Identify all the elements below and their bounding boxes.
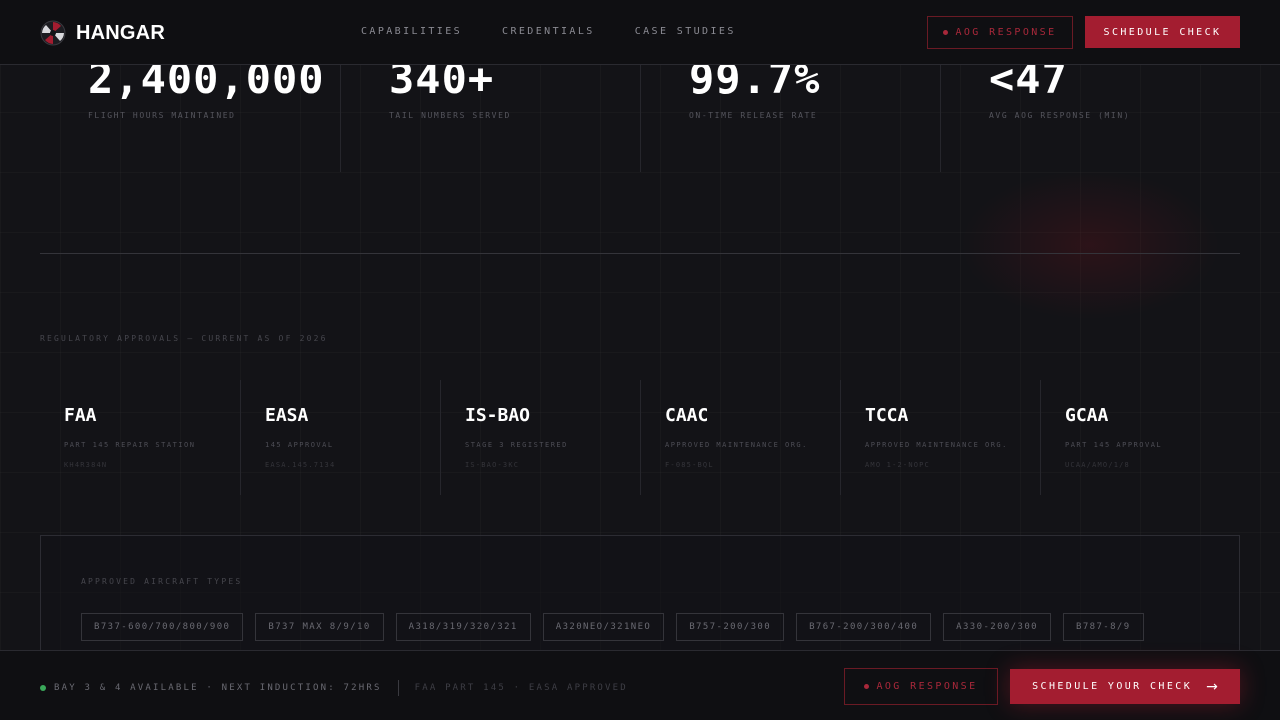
aircraft-type-chip: A320NEO/321NEO	[542, 613, 665, 641]
schedule-check-button[interactable]: SCHEDULE CHECK	[1085, 16, 1240, 48]
aircraft-type-chip: B737 MAX 8/9/10	[255, 613, 384, 641]
sticky-footer-bar: BAY 3 & 4 AVAILABLE · NEXT INDUCTION: 72…	[0, 650, 1280, 720]
aircraft-type-chip: B767-200/300/400	[796, 613, 932, 641]
aircraft-type-chip: A330-200/300	[943, 613, 1051, 641]
aog-response-button[interactable]: AOG RESPONSE	[927, 16, 1073, 49]
stat-label: ON-TIME RELEASE RATE	[689, 111, 818, 120]
approval-desc: APPROVED MAINTENANCE ORG.	[665, 441, 808, 449]
approval-code: UCAA/AMO/1/8	[1065, 461, 1130, 469]
aircraft-types-title: APPROVED AIRCRAFT TYPES	[81, 577, 243, 586]
approval-card-is-bao: IS-BAO STAGE 3 REGISTERED IS-BAO-3KC	[440, 380, 640, 495]
alert-dot-icon	[864, 684, 870, 689]
footer-divider	[397, 680, 399, 696]
approval-name: FAA	[64, 405, 97, 426]
status-dot-icon	[40, 685, 46, 691]
approval-desc: 145 APPROVAL	[265, 441, 334, 449]
aircraft-type-chip: B787-8/9	[1063, 613, 1144, 641]
stat-label: TAIL NUMBERS SERVED	[389, 111, 511, 120]
footer-aog-label: AOG RESPONSE	[876, 681, 978, 692]
schedule-check-label: SCHEDULE CHECK	[1103, 26, 1222, 38]
approvals-section-label: REGULATORY APPROVALS — CURRENT AS OF 202…	[40, 334, 328, 343]
approval-card-easa: EASA 145 APPROVAL EASA.145.7134	[240, 380, 440, 495]
approval-card-caac: CAAC APPROVED MAINTENANCE ORG. F-085-BQL	[640, 380, 840, 495]
approval-desc: STAGE 3 REGISTERED	[465, 441, 568, 449]
approval-code: EASA.145.7134	[265, 461, 336, 469]
stat-label: AVG AOG RESPONSE (MIN)	[989, 111, 1131, 120]
approval-card-faa: FAA PART 145 REPAIR STATION KH4R384N	[40, 380, 240, 495]
arrow-right-icon: →	[1206, 678, 1218, 695]
section-divider	[40, 253, 1240, 254]
nav-link-case-studies[interactable]: CASE STUDIES	[635, 26, 736, 37]
aircraft-type-chip: B737-600/700/800/900	[81, 613, 244, 641]
approval-name: CAAC	[665, 405, 709, 426]
nav-link-credentials[interactable]: CREDENTIALS	[502, 26, 595, 37]
approval-card-tcca: TCCA APPROVED MAINTENANCE ORG. AMO 1-2-N…	[840, 380, 1040, 495]
turbine-fan-icon	[40, 20, 66, 46]
approval-desc: PART 145 APPROVAL	[1065, 441, 1163, 449]
footer-approvals-text: FAA PART 145 · EASA APPROVED	[414, 683, 628, 693]
regulatory-approvals: FAA PART 145 REPAIR STATION KH4R384N EAS…	[40, 380, 1240, 495]
approval-desc: PART 145 REPAIR STATION	[64, 441, 196, 449]
approval-code: AMO 1-2-NOPC	[865, 461, 930, 469]
approval-desc: APPROVED MAINTENANCE ORG.	[865, 441, 1008, 449]
schedule-your-check-label: SCHEDULE YOUR CHECK	[1032, 681, 1193, 692]
approval-code: IS-BAO-3KC	[465, 461, 520, 469]
background-glow	[960, 170, 1220, 320]
alert-dot-icon	[943, 30, 949, 35]
aog-response-label: AOG RESPONSE	[955, 27, 1057, 38]
brand-name: HANGAR	[76, 21, 165, 44]
approval-name: IS-BAO	[465, 405, 531, 426]
site-header: HANGAR CAPABILITIES CREDENTIALS CASE STU…	[0, 0, 1280, 65]
approval-code: KH4R384N	[64, 461, 108, 469]
footer-aog-response-button[interactable]: AOG RESPONSE	[844, 668, 998, 705]
main-nav: CAPABILITIES CREDENTIALS CASE STUDIES	[361, 26, 776, 37]
aircraft-type-chip: B757-200/300	[676, 613, 785, 641]
aircraft-type-chip: A318/319/320/321	[395, 613, 531, 641]
schedule-your-check-button[interactable]: SCHEDULE YOUR CHECK →	[1010, 669, 1240, 704]
stat-label: FLIGHT HOURS MAINTAINED	[88, 111, 236, 120]
approval-name: GCAA	[1065, 405, 1109, 426]
approval-name: TCCA	[865, 405, 909, 426]
approval-code: F-085-BQL	[665, 461, 714, 469]
brand-logo[interactable]: HANGAR	[40, 20, 165, 46]
approval-name: EASA	[265, 405, 309, 426]
status-text: BAY 3 & 4 AVAILABLE · NEXT INDUCTION: 72…	[54, 683, 382, 693]
availability-status: BAY 3 & 4 AVAILABLE · NEXT INDUCTION: 72…	[40, 680, 628, 696]
nav-link-capabilities[interactable]: CAPABILITIES	[361, 26, 462, 37]
aircraft-type-chips: B737-600/700/800/900 B737 MAX 8/9/10 A31…	[81, 613, 1156, 641]
approval-card-gcaa: GCAA PART 145 APPROVAL UCAA/AMO/1/8	[1040, 380, 1240, 495]
